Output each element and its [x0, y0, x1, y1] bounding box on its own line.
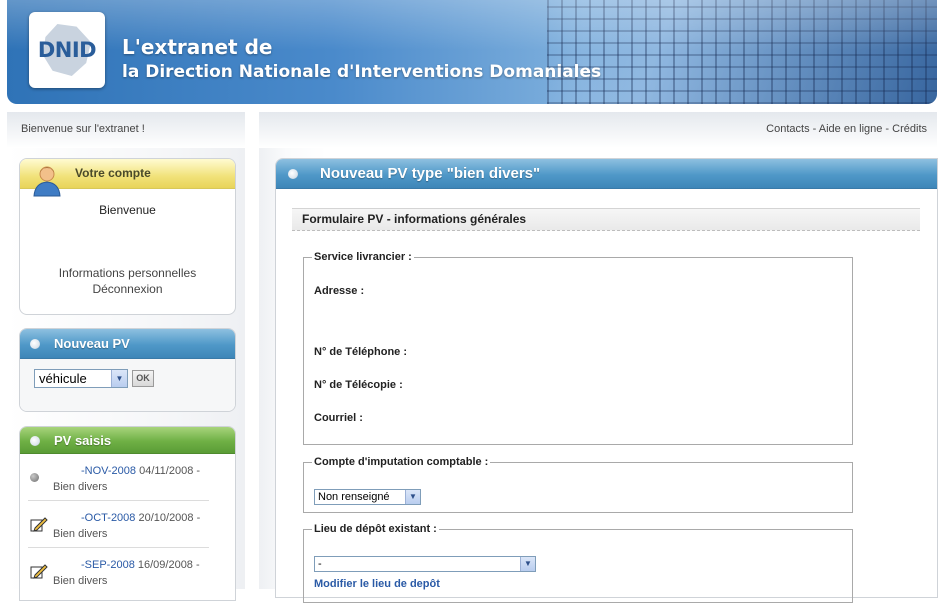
pv-type: Bien divers [53, 528, 108, 540]
compte-select[interactable]: Non renseigné ▼ [314, 489, 421, 505]
site-banner: DNID L'extranet de la Direction National… [7, 0, 937, 104]
chevron-down-icon[interactable]: ▼ [111, 370, 127, 387]
lieu-depot-fieldset: Lieu de dépôt existant : - ▼ Modifier le… [303, 523, 853, 603]
personal-info-link[interactable]: Informations personnelles [20, 265, 235, 281]
compte-value: Non renseigné [318, 491, 390, 503]
edit-icon [30, 517, 48, 532]
list-item-text: -NOV-2008 04/11/2008 - Bien divers [53, 463, 200, 495]
list-item-text: -SEP-2008 16/09/2008 - Bien divers [53, 557, 200, 589]
pv-saisis-list: -NOV-2008 04/11/2008 - Bien divers -OCT-… [20, 454, 235, 595]
list-item[interactable]: -NOV-2008 04/11/2008 - Bien divers [28, 454, 209, 501]
account-panel: Votre compte Bienvenue Informations pers… [19, 158, 236, 315]
link-separator: - [882, 123, 893, 135]
lieu-value: - [318, 558, 322, 570]
adresse-label: Adresse : [314, 285, 365, 297]
contacts-link[interactable]: Contacts [766, 123, 809, 135]
redacted-block [53, 465, 81, 478]
pv-ref-link[interactable]: -NOV-2008 [81, 465, 136, 477]
compte-legend: Compte d'imputation comptable : [314, 456, 489, 468]
link-separator: - [809, 123, 819, 135]
new-pv-body: véhicule ▼ OK [20, 359, 235, 411]
new-pv-header: Nouveau PV [20, 329, 235, 359]
pv-saisis-panel: PV saisis -NOV-2008 04/11/2008 - Bien di… [19, 426, 236, 601]
pv-type: Bien divers [53, 481, 108, 493]
pv-type-select[interactable]: véhicule ▼ [34, 369, 128, 388]
list-item[interactable]: -OCT-2008 20/10/2008 - Bien divers [28, 501, 209, 548]
lieu-select[interactable]: - ▼ [314, 556, 536, 572]
telephone-label: N° de Téléphone : [314, 346, 408, 358]
pv-date: 20/10/2008 - [138, 512, 201, 524]
bullet-icon [30, 339, 40, 349]
help-link[interactable]: Aide en ligne [819, 123, 883, 135]
main-panel-header: Nouveau PV type "bien divers" [276, 159, 937, 189]
redacted-block [53, 559, 81, 572]
account-panel-body: Bienvenue Informations personnelles Déco… [20, 203, 235, 297]
page-title: Nouveau PV type "bien divers" [320, 165, 541, 182]
bullet-icon [288, 169, 298, 179]
dnid-logo[interactable]: DNID [29, 12, 105, 88]
welcome-text: Bienvenue sur l'extranet ! [21, 123, 145, 135]
courriel-label: Courriel : [314, 412, 363, 424]
new-pv-title: Nouveau PV [54, 336, 130, 351]
edit-icon [30, 564, 48, 579]
site-title-line1: L'extranet de [122, 35, 273, 59]
pv-ref-link[interactable]: -OCT-2008 [81, 512, 135, 524]
service-legend: Service livrancier : [314, 251, 412, 263]
site-title-line2: la Direction Nationale d'Interventions D… [122, 62, 602, 82]
welcome-bar: Bienvenue sur l'extranet ! [7, 112, 245, 148]
user-icon [33, 166, 61, 197]
telecopie-label: N° de Télécopie : [314, 379, 403, 391]
list-item-text: -OCT-2008 20/10/2008 - Bien divers [53, 510, 200, 542]
ok-button[interactable]: OK [132, 370, 154, 387]
credits-link[interactable]: Crédits [892, 123, 927, 135]
chevron-down-icon[interactable]: ▼ [405, 490, 420, 504]
pv-saisis-title: PV saisis [54, 433, 112, 448]
pv-saisis-header: PV saisis [20, 427, 235, 454]
logo-text: DNID [37, 38, 97, 62]
bullet-icon [30, 436, 40, 446]
top-links-bar: Contacts - Aide en ligne - Crédits [259, 112, 937, 148]
service-livrancier-fieldset: Service livrancier : Adresse : N° de Tél… [303, 251, 853, 445]
pv-type-value: véhicule [39, 371, 87, 386]
modify-lieu-link[interactable]: Modifier le lieu de depôt [314, 578, 440, 590]
pv-ref-link[interactable]: -SEP-2008 [81, 559, 135, 571]
logout-link[interactable]: Déconnexion [20, 281, 235, 297]
form-section-title: Formulaire PV - informations générales [292, 208, 920, 231]
chevron-down-icon[interactable]: ▼ [520, 557, 535, 571]
new-pv-panel: Nouveau PV véhicule ▼ OK [19, 328, 236, 412]
redacted-block [53, 512, 81, 525]
compte-fieldset: Compte d'imputation comptable : Non rens… [303, 456, 853, 513]
pv-date: 04/11/2008 - [139, 465, 201, 477]
list-item[interactable]: -SEP-2008 16/09/2008 - Bien divers [28, 548, 209, 595]
lieu-legend: Lieu de dépôt existant : [314, 523, 437, 535]
site-title: L'extranet de la Direction Nationale d'I… [122, 34, 601, 84]
account-panel-title: Votre compte [75, 166, 151, 180]
account-welcome: Bienvenue [99, 203, 156, 217]
pv-date: 16/09/2008 - [137, 559, 200, 571]
account-links: Informations personnelles Déconnexion [20, 265, 235, 297]
gray-dot-icon [30, 473, 39, 482]
pv-type: Bien divers [53, 575, 108, 587]
account-panel-header: Votre compte [20, 159, 235, 197]
